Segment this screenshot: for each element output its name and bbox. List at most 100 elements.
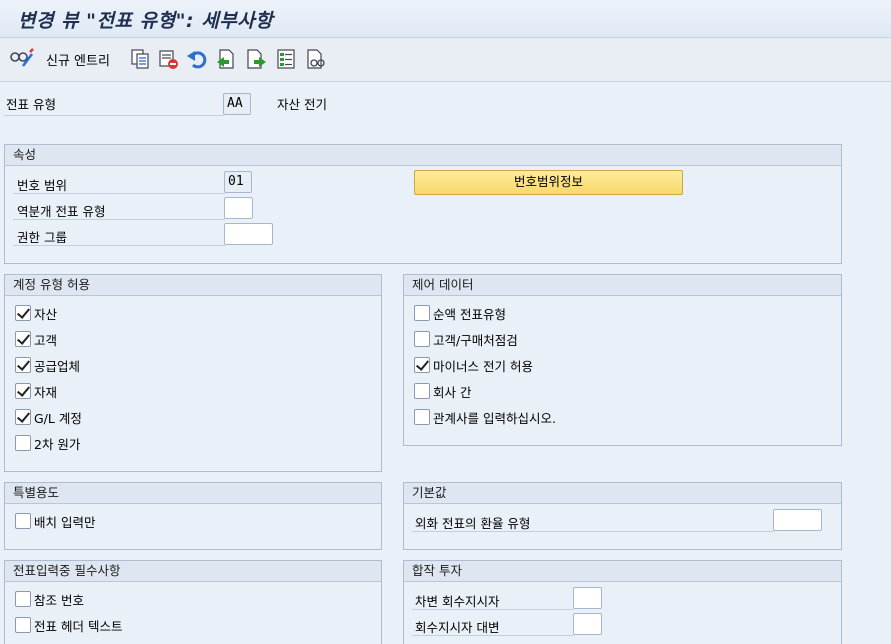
joint-venture-group: 합작 투자 차변 회수지시자 회수지시자 대변 [403, 560, 842, 644]
checkbox-row[interactable]: G/L 계정 [15, 408, 82, 426]
other-view-button[interactable] [305, 48, 327, 70]
checkbox[interactable] [15, 513, 31, 529]
reverse-doc-type-underline [13, 219, 225, 220]
doc-type-underline [4, 115, 224, 116]
checkbox-label: 2차 원가 [34, 436, 81, 452]
checkbox-label: 배치 입력만 [34, 514, 96, 530]
control-data-group: 제어 데이터 순액 전표유형고객/구매처점검마이너스 전기 허용회사 간관계사를… [403, 274, 842, 446]
doc-type-description: 자산 전기 [277, 97, 327, 112]
fx-rate-type-label: 외화 전표의 환율 유형 [415, 516, 531, 531]
auth-group-field[interactable] [224, 223, 273, 245]
checkbox-row[interactable]: 마이너스 전기 허용 [414, 356, 533, 374]
checkbox[interactable] [414, 305, 430, 321]
checkbox[interactable] [15, 409, 31, 425]
checkbox-label: 참조 번호 [34, 592, 84, 608]
checkbox[interactable] [15, 305, 31, 321]
application-toolbar: 신규 엔트리 [0, 38, 891, 82]
checkbox-label: 전표 헤더 텍스트 [34, 618, 123, 634]
delete-button[interactable] [157, 48, 179, 70]
checkbox[interactable] [15, 331, 31, 347]
display-change-button[interactable] [10, 48, 34, 70]
checkbox-label: 회사 간 [433, 384, 472, 400]
select-all-icon [275, 48, 297, 70]
checkbox-label: G/L 계정 [34, 410, 82, 426]
attributes-group: 속성 번호 범위 01 역분개 전표 유형 권한 그룹 번호범위정보 [4, 144, 842, 264]
other-view-icon [305, 48, 327, 70]
attributes-header: 속성 [5, 145, 841, 166]
next-entry-icon [245, 48, 267, 70]
checkbox-row[interactable]: 자재 [15, 382, 57, 400]
default-values-header: 기본값 [404, 483, 841, 504]
checkbox[interactable] [15, 435, 31, 451]
checkbox-label: 고객 [34, 332, 58, 348]
required-fields-header: 전표입력중 필수사항 [5, 561, 381, 582]
checkbox-row[interactable]: 공급업체 [15, 356, 80, 374]
delete-icon [157, 48, 179, 70]
number-range-info-button[interactable]: 번호범위정보 [414, 170, 683, 195]
previous-entry-button[interactable] [215, 48, 237, 70]
checkbox[interactable] [15, 383, 31, 399]
glasses-pencil-icon [10, 48, 34, 70]
fx-rate-type-field[interactable] [773, 509, 822, 531]
new-entries-button[interactable]: 신규 엔트리 [40, 48, 110, 70]
checkbox-label: 마이너스 전기 허용 [433, 358, 533, 374]
select-all-button[interactable] [275, 48, 297, 70]
checkbox-label: 고객/구매처점검 [433, 332, 518, 348]
checkbox-row[interactable]: 고객 [15, 330, 57, 348]
previous-entry-icon [215, 48, 237, 70]
checkbox[interactable] [15, 591, 31, 607]
number-range-label: 번호 범위 [17, 178, 67, 193]
checkbox-row[interactable]: 배치 입력만 [15, 512, 95, 530]
title-bar: 변경 뷰 "전표 유형": 세부사항 [0, 0, 891, 38]
checkbox-row[interactable]: 고객/구매처점검 [414, 330, 518, 348]
checkbox-label: 자재 [34, 384, 58, 400]
reverse-doc-type-field[interactable] [224, 197, 253, 219]
doc-type-field[interactable]: AA [223, 93, 251, 115]
copy-as-button[interactable] [129, 48, 151, 70]
auth-group-underline [13, 245, 225, 246]
checkbox-label: 순액 전표유형 [433, 306, 506, 322]
checkbox-row[interactable]: 순액 전표유형 [414, 304, 506, 322]
checkbox[interactable] [414, 383, 430, 399]
checkbox-row[interactable]: 자산 [15, 304, 57, 322]
joint-venture-header: 합작 투자 [404, 561, 841, 582]
checkbox-row[interactable]: 관계사를 입력하십시오. [414, 408, 556, 426]
control-data-header: 제어 데이터 [404, 275, 841, 296]
undo-button[interactable] [186, 48, 208, 70]
doc-type-label: 전표 유형 [6, 97, 56, 112]
reverse-doc-type-label: 역분개 전표 유형 [17, 204, 106, 219]
recovery-credit-label: 회수지시자 대변 [415, 620, 500, 635]
checkbox[interactable] [414, 409, 430, 425]
checkbox-row[interactable]: 회사 간 [414, 382, 471, 400]
fx-rate-type-underline [412, 531, 774, 532]
debit-recovery-field[interactable] [573, 587, 602, 609]
account-types-group: 계정 유형 허용 자산고객공급업체자재 G/L 계정 2차 원가 [4, 274, 382, 472]
special-usage-group: 특별용도 배치 입력만 [4, 482, 382, 550]
number-range-field[interactable]: 01 [224, 171, 252, 193]
checkbox[interactable] [15, 617, 31, 633]
checkbox[interactable] [414, 357, 430, 373]
special-usage-header: 특별용도 [5, 483, 381, 504]
account-types-header: 계정 유형 허용 [5, 275, 381, 296]
main-content: 전표 유형 AA 자산 전기 속성 번호 범위 01 역분개 전표 유형 권한 … [0, 82, 891, 644]
debit-recovery-label: 차변 회수지시자 [415, 594, 500, 609]
default-values-group: 기본값 외화 전표의 환율 유형 [403, 482, 842, 550]
copy-icon [129, 48, 151, 70]
next-entry-button[interactable] [245, 48, 267, 70]
checkbox-label: 관계사를 입력하십시오. [433, 410, 556, 426]
checkbox[interactable] [414, 331, 430, 347]
checkbox-row[interactable]: 참조 번호 [15, 590, 84, 608]
new-entries-label: 신규 엔트리 [46, 53, 110, 69]
checkbox-label: 공급업체 [34, 358, 81, 374]
checkbox-label: 자산 [34, 306, 58, 322]
checkbox[interactable] [15, 357, 31, 373]
debit-recovery-underline [412, 609, 574, 610]
undo-icon [186, 48, 208, 70]
recovery-credit-field[interactable] [573, 613, 602, 635]
page-title: 변경 뷰 "전표 유형": 세부사항 [18, 10, 274, 32]
number-range-underline [13, 193, 225, 194]
required-fields-group: 전표입력중 필수사항 참조 번호전표 헤더 텍스트 [4, 560, 382, 644]
checkbox-row[interactable]: 2차 원가 [15, 434, 80, 452]
checkbox-row[interactable]: 전표 헤더 텍스트 [15, 616, 122, 634]
recovery-credit-underline [412, 635, 574, 636]
